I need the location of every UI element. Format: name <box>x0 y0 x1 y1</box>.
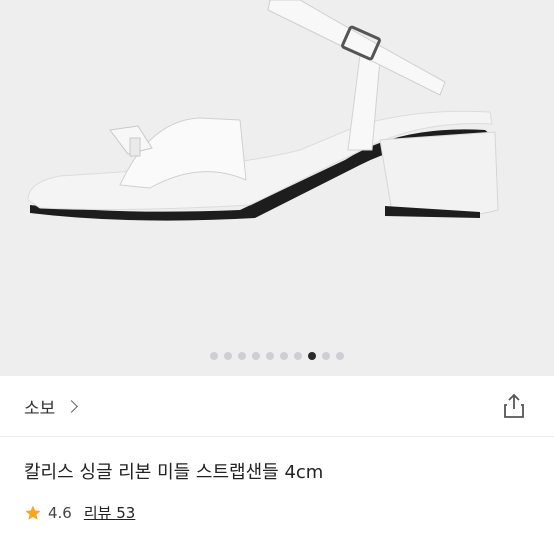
star-icon <box>25 505 41 520</box>
share-button[interactable] <box>500 392 528 420</box>
chevron-right-icon <box>65 400 79 413</box>
pagination-dot[interactable] <box>308 352 316 360</box>
pagination-dot[interactable] <box>322 352 330 360</box>
brand-name: 소보 <box>24 399 56 419</box>
pagination-dot[interactable] <box>224 352 232 360</box>
brand-row: 소보 <box>0 376 554 437</box>
rating-row: 4.6 리뷰 53 <box>24 502 135 523</box>
sandal-illustration <box>27 0 499 221</box>
reviews-link[interactable]: 리뷰 53 <box>84 502 135 523</box>
pagination-dot[interactable] <box>336 352 344 360</box>
pagination-dot[interactable] <box>210 352 218 360</box>
product-image[interactable] <box>0 0 554 376</box>
brand-link[interactable]: 소보 <box>24 394 79 419</box>
pagination-dot[interactable] <box>252 352 260 360</box>
pagination-dot[interactable] <box>280 352 288 360</box>
pagination-dot[interactable] <box>238 352 246 360</box>
pagination-dot[interactable] <box>266 352 274 360</box>
gallery-pagination <box>0 350 554 362</box>
product-title: 칼리스 싱글 리본 미들 스트랩샌들 4cm <box>24 462 324 483</box>
rating-value: 4.6 <box>48 503 72 522</box>
pagination-dot[interactable] <box>294 352 302 360</box>
share-icon <box>504 393 524 418</box>
